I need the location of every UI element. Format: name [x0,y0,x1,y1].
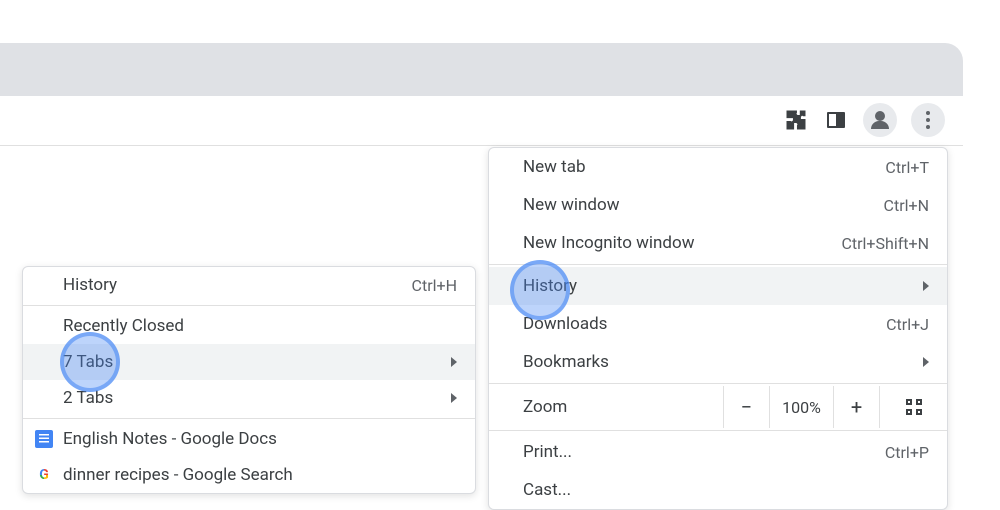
menu-label: Bookmarks [523,352,609,372]
submenu-label: History [63,275,117,295]
toolbar-divider [0,145,963,146]
menu-label: Downloads [523,314,607,334]
submenu-item-2-tabs[interactable]: 2 Tabs [23,380,475,416]
fullscreen-icon [906,399,922,415]
zoom-label: Zoom [523,397,723,417]
zoom-out-button[interactable]: − [723,386,769,428]
submenu-arrow-icon [923,357,929,367]
menu-item-cast[interactable]: Cast... [489,471,947,509]
more-menu-icon[interactable] [911,103,945,137]
extensions-icon[interactable] [783,107,809,133]
submenu-item-history[interactable]: History Ctrl+H [23,267,475,303]
zoom-controls: − 100% + [723,386,947,428]
submenu-label: English Notes - Google Docs [63,429,277,449]
menu-item-new-tab[interactable]: New tab Ctrl+T [489,148,947,186]
google-icon: G [35,466,53,484]
menu-item-incognito[interactable]: New Incognito window Ctrl+Shift+N [489,224,947,262]
menu-shortcut: Ctrl+T [885,158,929,177]
menu-item-new-window[interactable]: New window Ctrl+N [489,186,947,224]
submenu-label: dinner recipes - Google Search [63,465,293,485]
menu-shortcut: Ctrl+N [884,196,929,215]
side-panel-icon[interactable] [823,107,849,133]
tab-strip [0,43,963,96]
menu-label: New window [523,195,620,215]
menu-divider [23,418,475,419]
browser-toolbar [0,96,963,144]
submenu-label: Recently Closed [63,316,184,336]
menu-divider [489,383,947,384]
submenu-label: 2 Tabs [63,388,113,408]
zoom-value: 100% [769,386,833,428]
fullscreen-button[interactable] [879,386,947,428]
zoom-in-button[interactable]: + [833,386,879,428]
submenu-item-docs[interactable]: English Notes - Google Docs [23,421,475,457]
submenu-item-7-tabs[interactable]: 7 Tabs [23,344,475,380]
menu-label: New tab [523,157,586,177]
menu-item-downloads[interactable]: Downloads Ctrl+J [489,305,947,343]
menu-item-zoom: Zoom − 100% + [489,386,947,428]
menu-divider [489,430,947,431]
submenu-arrow-icon [451,393,457,403]
menu-label: Cast... [523,480,571,500]
submenu-heading-recently-closed: Recently Closed [23,308,475,344]
menu-item-bookmarks[interactable]: Bookmarks [489,343,947,381]
submenu-label: 7 Tabs [63,352,113,372]
submenu-item-search[interactable]: G dinner recipes - Google Search [23,457,475,493]
submenu-arrow-icon [451,357,457,367]
submenu-shortcut: Ctrl+H [412,276,457,295]
profile-icon[interactable] [863,103,897,137]
menu-divider [23,305,475,306]
menu-shortcut: Ctrl+P [885,443,929,462]
menu-label: History [523,276,577,296]
menu-item-print[interactable]: Print... Ctrl+P [489,433,947,471]
menu-label: New Incognito window [523,233,694,253]
submenu-arrow-icon [923,281,929,291]
menu-shortcut: Ctrl+Shift+N [841,234,929,253]
menu-shortcut: Ctrl+J [886,315,929,334]
menu-label: Print... [523,442,572,462]
history-submenu: History Ctrl+H Recently Closed 7 Tabs 2 … [22,266,476,494]
menu-divider [489,264,947,265]
browser-menu: New tab Ctrl+T New window Ctrl+N New Inc… [488,147,948,510]
google-docs-icon [35,430,53,448]
menu-item-history[interactable]: History [489,267,947,305]
